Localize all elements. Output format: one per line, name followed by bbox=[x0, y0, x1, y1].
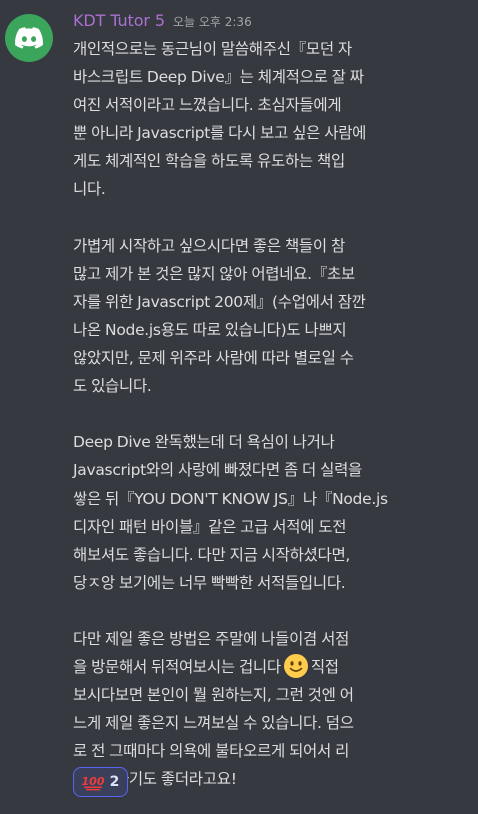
text-line: 나온 Node.js용도 따로 있습니다)도 나쁘지 bbox=[73, 320, 347, 339]
text-line: 많고 제가 본 것은 많지 않아 어렵네요.『초보 bbox=[73, 264, 355, 283]
message-header: KDT Tutor 5 오늘 오후 2:36 bbox=[73, 11, 252, 33]
paragraph-4: 다만 제일 좋은 방법은 주말에 나들이겸 서점 을 방문해서 뒤적여보시는 겁… bbox=[73, 625, 473, 794]
text-line: 개인적으로는 동근님이 말씀해주신『모던 자 bbox=[73, 40, 352, 58]
text-line: 보시다보면 본인이 뭘 원하는지, 그런 것엔 어 bbox=[73, 686, 354, 705]
text-segment: 을 방문해서 뒤적여보시는 겁니다 bbox=[73, 658, 281, 677]
text-line-with-emoji: 을 방문해서 뒤적여보시는 겁니다 직접 bbox=[73, 653, 473, 681]
text-line: 바스크립트 Deep Dive』는 체계적으로 잘 짜 bbox=[73, 68, 364, 87]
text-line: 해보셔도 좋습니다. 다만 지금 시작하셨다면, bbox=[73, 545, 351, 564]
text-line: 게도 체계적인 학습을 하도록 유도하는 책입 bbox=[73, 152, 345, 171]
text-line: 느게 제일 좋은지 느껴보실 수 있습니다. 덤으 bbox=[73, 714, 354, 733]
hundred-points-icon: 100 bbox=[82, 775, 104, 791]
slightly-smiling-face-icon bbox=[283, 653, 308, 678]
text-line: 니다. bbox=[73, 180, 106, 199]
paragraph-2: 가볍게 시작하고 싶으시다면 좋은 책들이 참 많고 제가 본 것은 많지 않아… bbox=[73, 232, 473, 401]
reaction-button[interactable]: 100 2 bbox=[73, 767, 128, 797]
discord-logo-icon bbox=[15, 27, 43, 49]
text-line: 가볍게 시작하고 싶으시다면 좋은 책들이 참 bbox=[73, 236, 345, 255]
text-line: 뿐 아니라 Javascript를 다시 보고 싶은 사람에 bbox=[73, 124, 367, 143]
avatar[interactable] bbox=[5, 14, 53, 62]
text-line: 프레시하기도 좋더라고요! bbox=[73, 770, 237, 789]
text-line: 로 전 그때마다 의욕에 불타오르게 되어서 리 bbox=[73, 742, 350, 761]
text-line: Deep Dive 완독했는데 더 욕심이 나거나 bbox=[73, 433, 335, 452]
timestamp: 오늘 오후 2:36 bbox=[172, 15, 252, 29]
reaction-count: 2 bbox=[109, 774, 120, 790]
text-segment: 직접 bbox=[310, 658, 339, 677]
text-line: 쌓은 뒤『YOU DON'T KNOW JS』나『Node.js bbox=[73, 489, 388, 508]
text-line: 않았지만, 문제 위주라 사람에 따라 별로일 수 bbox=[73, 349, 354, 368]
chat-message: KDT Tutor 5 오늘 오후 2:36 개인적으로는 동근님이 말씀해주신… bbox=[0, 0, 478, 814]
text-line: 자를 위한 Javascript 200제』(수업에서 잠깐 bbox=[73, 292, 366, 311]
username[interactable]: KDT Tutor 5 bbox=[73, 11, 165, 30]
paragraph-3: Deep Dive 완독했는데 더 욕심이 나거나 Javascript와의 사… bbox=[73, 428, 473, 597]
text-line: 다만 제일 좋은 방법은 주말에 나들이겸 서점 bbox=[73, 629, 350, 648]
paragraph-1: 개인적으로는 동근님이 말씀해주신『모던 자 바스크립트 Deep Dive』는… bbox=[73, 35, 473, 204]
svg-text:100: 100 bbox=[82, 775, 104, 788]
text-line: 도 있습니다. bbox=[73, 377, 152, 396]
text-line: 당ㅈ앙 보기에는 너무 빡빡한 서적들입니다. bbox=[73, 573, 346, 592]
text-line: 여진 서적이라고 느꼈습니다. 초심자들에게 bbox=[73, 96, 342, 115]
text-line: Javascript와의 사랑에 빠졌다면 좀 더 실력을 bbox=[73, 461, 363, 480]
text-line: 디자인 패턴 바이블』같은 고급 서적에 도전 bbox=[73, 517, 347, 536]
message-content: 개인적으로는 동근님이 말씀해주신『모던 자 바스크립트 Deep Dive』는… bbox=[73, 35, 473, 794]
